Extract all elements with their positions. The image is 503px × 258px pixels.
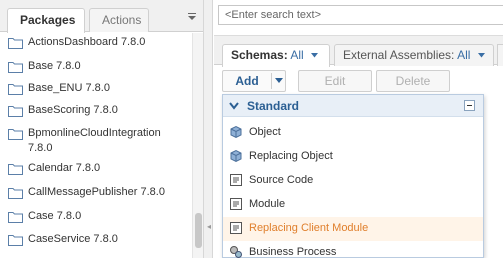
package-label: CallMessagePublisher 7.8.0 <box>28 186 165 198</box>
schema-toolbar: Add Edit Delete <box>214 66 503 94</box>
package-item[interactable]: CallMessagePublisher 7.8.0 <box>0 183 190 207</box>
folder-icon <box>8 129 23 140</box>
add-button-label: Add <box>235 74 259 88</box>
dropdown-items: Object Replacing Object Source Code Modu… <box>223 121 483 258</box>
tab-schemas-label: Schemas: <box>231 48 288 62</box>
package-label: Calendar 7.8.0 <box>28 162 101 174</box>
tab-schemas-filter: All <box>290 48 304 62</box>
menu-item-label: Object <box>249 126 281 138</box>
dropdown-section-header[interactable]: Standard <box>223 95 483 117</box>
delete-button[interactable]: Delete <box>376 70 450 92</box>
tab-actions[interactable]: Actions <box>89 8 149 32</box>
scrollbar-thumb[interactable] <box>195 213 202 248</box>
menu-item-label: Business Process <box>249 246 337 258</box>
tabs-menu-icon[interactable] <box>186 11 198 23</box>
collapse-icon[interactable] <box>464 100 475 111</box>
package-item[interactable]: ActionsDashboard 7.8.0 <box>0 33 190 57</box>
edit-button[interactable]: Edit <box>298 70 372 92</box>
add-dropdown-menu: Standard Object Replacing Object Source … <box>222 94 484 258</box>
menu-item-replacing-object[interactable]: Replacing Object <box>223 145 483 169</box>
package-item[interactable]: Base_ENU 7.8.0 <box>0 79 190 101</box>
left-tabs-bar: Packages Actions <box>0 0 203 33</box>
menu-item-replacing-client-module[interactable]: Replacing Client Module <box>223 217 483 241</box>
folder-icon <box>8 62 23 73</box>
tab-assemblies-filter: All <box>457 48 471 62</box>
menu-item-module[interactable]: Module <box>223 193 483 217</box>
folder-icon <box>8 235 23 246</box>
replacing-client-module-icon <box>230 222 242 234</box>
splitter-grip-icon[interactable]: ◂ <box>207 222 211 231</box>
folder-icon <box>8 106 23 117</box>
menu-item-label: Replacing Client Module <box>249 222 369 234</box>
menu-item-business-process[interactable]: Business Process <box>223 241 483 258</box>
package-label: Base_ENU 7.8.0 <box>28 82 110 94</box>
tab-external-assemblies[interactable]: External Assemblies: All <box>334 44 494 66</box>
folder-icon <box>8 188 23 199</box>
package-label: Base 7.8.0 <box>28 60 81 72</box>
chevron-down-icon <box>477 53 485 58</box>
menu-item-label: Module <box>249 198 286 210</box>
tab-packages[interactable]: Packages <box>7 8 85 33</box>
object-icon <box>230 125 242 139</box>
package-label: Case 7.8.0 <box>28 210 82 222</box>
packages-panel: Packages Actions ActionsDashboard 7.8.0 … <box>0 0 204 258</box>
search-input[interactable]: <Enter search text> <box>218 5 503 25</box>
add-button-separator <box>271 73 272 89</box>
folder-icon <box>8 84 23 95</box>
business-process-icon <box>230 246 242 258</box>
package-item[interactable]: CaseService 7.8.0 <box>0 230 190 253</box>
panel-splitter[interactable]: ◂ <box>204 0 213 258</box>
tab-schemas[interactable]: Schemas: All <box>222 44 330 67</box>
dropdown-section-title: Standard <box>247 99 300 113</box>
package-item[interactable]: BpmonlineCloudIntegration 7.8.0 <box>0 124 190 159</box>
package-label: BaseScoring 7.8.0 <box>28 104 118 116</box>
package-list: ActionsDashboard 7.8.0 Base 7.8.0 Base_E… <box>0 33 190 253</box>
replacing-object-icon <box>230 149 242 163</box>
package-item[interactable]: BaseScoring 7.8.0 <box>0 101 190 124</box>
menu-item-label: Replacing Object <box>249 150 333 162</box>
add-menu-arrow-icon[interactable] <box>275 78 283 84</box>
chevron-down-icon <box>311 53 319 58</box>
chevron-down-icon[interactable] <box>229 102 239 110</box>
source-code-icon <box>230 174 242 186</box>
menu-item-label: Source Code <box>249 174 314 186</box>
package-item[interactable]: Calendar 7.8.0 <box>0 159 190 183</box>
menu-item-object[interactable]: Object <box>223 121 483 145</box>
tab-assemblies-label: External Assemblies: <box>343 48 455 62</box>
module-icon <box>230 198 242 210</box>
package-item[interactable]: Case 7.8.0 <box>0 207 190 230</box>
folder-icon <box>8 164 23 175</box>
package-label: ActionsDashboard 7.8.0 <box>28 36 146 48</box>
folder-icon <box>8 38 23 49</box>
package-label: CaseService 7.8.0 <box>28 233 118 245</box>
menu-item-source-code[interactable]: Source Code <box>223 169 483 193</box>
schema-tabs-bar: Schemas: All External Assemblies: All <box>214 35 503 67</box>
tab-overflow[interactable] <box>497 44 503 66</box>
package-item[interactable]: Base 7.8.0 <box>0 57 190 79</box>
package-label: BpmonlineCloudIntegration 7.8.0 <box>28 127 161 154</box>
folder-icon <box>8 212 23 223</box>
add-button[interactable]: Add <box>222 70 286 92</box>
package-list-scrollbar[interactable] <box>192 33 203 258</box>
